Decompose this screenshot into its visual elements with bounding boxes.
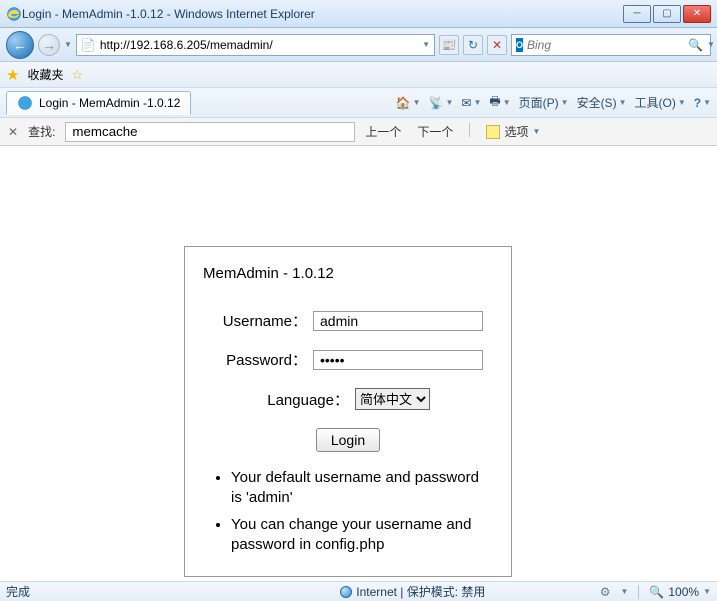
login-panel: MemAdmin - 1.0.12 Username： Password： La… [184,246,512,577]
tab-label: Login - MemAdmin -1.0.12 [39,96,180,110]
help-button[interactable]: ?▼ [694,96,711,110]
stop-button[interactable]: ✕ [487,35,507,55]
tools-menu[interactable]: 工具(O)▼ [634,94,685,111]
close-button[interactable]: ✕ [683,5,711,23]
tab-toolbar-row: Login - MemAdmin -1.0.12 🏠▼ 📡▼ ✉▼ 🖶▼ 页面(… [0,88,717,118]
find-bar: ✕ 查找: 上一个 下一个 选项▼ [0,118,717,146]
nav-history-dropdown[interactable]: ▼ [64,40,72,49]
hint-item: Your default username and password is 'a… [231,468,493,507]
find-prev-button[interactable]: 上一个 [365,123,401,140]
login-button[interactable]: Login [316,428,380,452]
search-provider-icon: O [516,38,523,52]
login-heading: MemAdmin - 1.0.12 [203,265,493,282]
search-dropdown-icon[interactable]: ▼ [707,40,715,49]
security-zone-text: Internet | 保护模式: 禁用 [356,583,485,600]
window-title: Login - MemAdmin -1.0.12 - Windows Inter… [22,7,623,21]
page-menu[interactable]: 页面(P)▼ [519,94,569,111]
tab-favicon [17,95,33,111]
ie-logo-icon [6,6,22,22]
address-bar[interactable]: 📄 ▼ [76,34,435,56]
print-button[interactable]: 🖶▼ [489,92,510,113]
status-text: 完成 [6,583,226,600]
back-button[interactable]: ← [6,31,34,59]
read-mail-button[interactable]: ✉▼ [461,96,481,110]
find-input[interactable] [65,122,355,142]
favorites-bar: ★ 收藏夹 ☆ [0,62,717,88]
zone-globe-icon [340,586,352,598]
zoom-control[interactable]: 🔍 100% ▼ [649,585,711,599]
add-favorites-icon[interactable]: ☆ [71,67,83,83]
search-box[interactable]: O 🔍 ▼ [511,34,711,56]
page-icon: 📄 [81,38,96,52]
url-dropdown-icon[interactable]: ▼ [422,40,430,49]
language-select[interactable]: 简体中文 [355,388,430,410]
find-next-button[interactable]: 下一个 [417,123,453,140]
window-titlebar: Login - MemAdmin -1.0.12 - Windows Inter… [0,0,717,28]
find-close-icon[interactable]: ✕ [8,125,18,139]
favorites-star-icon[interactable]: ★ [6,66,19,84]
login-hints: Your default username and password is 'a… [203,468,493,554]
forward-button[interactable]: → [38,34,60,56]
compat-view-button[interactable]: 📰 [439,35,459,55]
page-content: MemAdmin - 1.0.12 Username： Password： La… [0,146,717,581]
search-input[interactable] [527,38,684,52]
address-bar-row: ← → ▼ 📄 ▼ 📰 ↻ ✕ O 🔍 ▼ [0,28,717,62]
status-bar: 完成 Internet | 保护模式: 禁用 ⚙▼ 🔍 100% ▼ [0,581,717,601]
language-label: Language： [203,389,355,410]
find-label: 查找: [28,123,55,140]
highlight-icon [486,125,500,139]
username-input[interactable] [313,311,483,331]
refresh-button[interactable]: ↻ [463,35,483,55]
url-input[interactable] [100,38,418,52]
protected-mode-icon[interactable]: ⚙ [600,585,611,599]
password-label: Password： [203,349,313,370]
username-label: Username： [203,310,313,331]
password-input[interactable] [313,350,483,370]
feeds-button[interactable]: 📡▼ [429,96,454,110]
home-button[interactable]: 🏠▼ [396,96,421,110]
minimize-button[interactable]: ─ [623,5,651,23]
browser-tab[interactable]: Login - MemAdmin -1.0.12 [6,91,191,115]
hint-item: You can change your username and passwor… [231,515,493,554]
maximize-button[interactable]: ▢ [653,5,681,23]
safety-menu[interactable]: 安全(S)▼ [577,94,627,111]
search-go-icon[interactable]: 🔍 [688,38,703,52]
command-bar: 🏠▼ 📡▼ ✉▼ 🖶▼ 页面(P)▼ 安全(S)▼ 工具(O)▼ ?▼ [396,92,711,113]
find-options-button[interactable]: 选项▼ [486,123,540,140]
favorites-label[interactable]: 收藏夹 [27,66,63,83]
